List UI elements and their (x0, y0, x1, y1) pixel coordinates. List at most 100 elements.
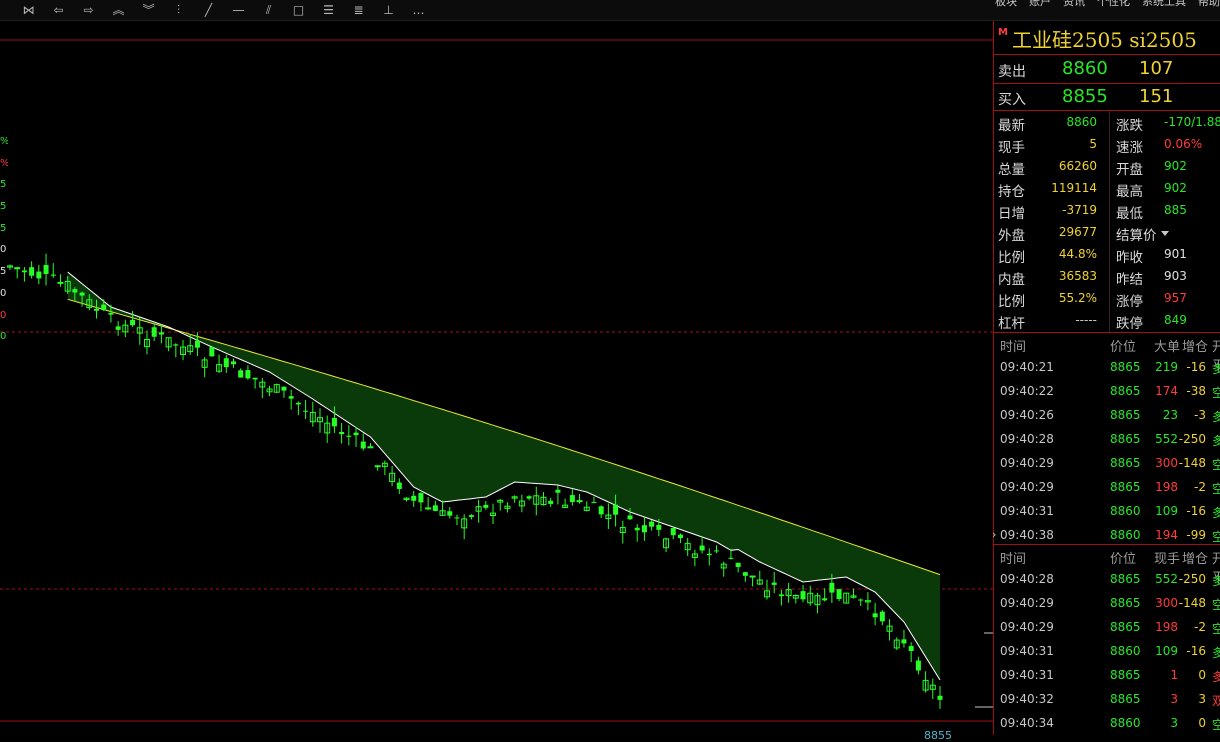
tick-price: 8865 (1110, 572, 1141, 586)
candle-body (432, 505, 438, 511)
candle-body (339, 431, 345, 435)
candle-body (50, 274, 56, 276)
menu-item-personalize[interactable]: 个性化 (1097, 0, 1130, 11)
tick-oi-change: -99 (1186, 528, 1206, 542)
column-header[interactable]: 时间 (1000, 336, 1026, 355)
quote-label: 结算价 (1116, 228, 1157, 244)
menu-item-help[interactable]: 帮助 (1198, 0, 1220, 11)
candle-body (670, 528, 676, 536)
quote-value: 903 (1164, 269, 1187, 283)
column-header[interactable]: 现手 (1154, 548, 1180, 567)
candle-body (656, 524, 662, 530)
tick-price: 8865 (1110, 596, 1141, 610)
tick-price: 8860 (1110, 528, 1141, 542)
text-block-icon[interactable]: ☰ (318, 3, 339, 17)
tick-row[interactable]: 09:40:29 8865 198 -2 空平 (994, 475, 1220, 499)
candle-body (223, 358, 229, 368)
more-icon[interactable]: … (408, 3, 429, 17)
buy-volume: 151 (1139, 86, 1174, 107)
candle-body (641, 525, 647, 533)
arrow-right-icon[interactable]: ⇨ (78, 3, 99, 17)
column-header[interactable]: 价位 (1110, 548, 1136, 567)
tick-oi-change: -148 (1178, 456, 1206, 470)
split-icon[interactable]: ⫶ (168, 3, 189, 17)
candle-body (569, 495, 575, 502)
text-block2-icon[interactable]: ≣ (348, 3, 369, 17)
axis-tick: 5 (0, 201, 7, 213)
column-header[interactable]: 增仓 (1182, 548, 1208, 567)
tick-type: 双开 (1212, 694, 1220, 708)
line-draw-icon[interactable]: ╱ (198, 3, 219, 17)
tick-oi-change: -148 (1178, 596, 1206, 610)
quote-value: -3719 (1062, 203, 1097, 217)
tick-row[interactable]: 09:40:28 8865 552-250 多平 (994, 567, 1220, 591)
quote-value: ----- (1075, 313, 1097, 327)
candle-body (872, 613, 878, 618)
tick-type: 空平 (1212, 598, 1220, 612)
tick-row[interactable]: 09:40:31 8860 109 -16 多平 (994, 499, 1220, 523)
tick-row[interactable]: 09:40:29 8865 300-148 空平 (994, 451, 1220, 475)
tick-oi-change: -250 (1178, 572, 1206, 586)
quote-label: 现手 (998, 140, 1025, 156)
tick-type: 多平 (1212, 434, 1220, 448)
column-header[interactable]: 大单 (1154, 336, 1180, 355)
candle-body (194, 340, 200, 348)
candle-body (800, 591, 806, 600)
candle-body (699, 545, 705, 551)
tick-oi-change: -2 (1194, 480, 1206, 494)
candle-body (158, 332, 164, 335)
expand-icon[interactable]: ⋈ (18, 3, 39, 17)
menu-item-news[interactable]: 资讯 (1063, 0, 1085, 11)
sell-price[interactable]: 8860 (1062, 58, 1108, 79)
candle-body (21, 270, 27, 273)
tick-type: 多平 (1212, 506, 1220, 520)
candle-body (360, 441, 366, 449)
menu-item-sectors[interactable]: 板块 (995, 0, 1017, 11)
tick-oi-change: -16 (1186, 504, 1206, 518)
candle-body (353, 432, 359, 436)
last-price-label: 8855 (924, 729, 952, 742)
quote-value: 44.8% (1058, 247, 1097, 261)
quote-panel: M 工业硅2505 si2505 卖出 8860 107 买入 8855 151… (992, 21, 1220, 735)
tick-type: 多平 (1212, 410, 1220, 424)
quote-label: 昨结 (1116, 272, 1143, 288)
candle-body (14, 267, 21, 270)
quote-value: 119114 (1051, 181, 1097, 195)
dropdown-arrow-icon[interactable] (1161, 231, 1169, 236)
quote-label: 开盘 (1116, 162, 1143, 178)
menu-item-account[interactable]: 账户 (1029, 0, 1051, 11)
tick-row[interactable]: 09:40:31 8865 1 0 多换 (994, 663, 1220, 687)
kline-chart[interactable]: % % 5 5 5 0 5 0 0 0 8855 (0, 21, 993, 742)
tick-row[interactable]: 09:40:29 8865 198 -2 空平 (994, 615, 1220, 639)
rect-icon[interactable]: □ (288, 3, 309, 17)
menu-item-tools[interactable]: 系统工具 (1142, 0, 1186, 11)
double-down-icon[interactable]: ︾ (138, 3, 159, 17)
tick-row[interactable]: 09:40:32 8865 3 3 双开 (994, 687, 1220, 711)
quote-label: 速涨 (1116, 140, 1143, 156)
arrow-left-icon[interactable]: ⇦ (48, 3, 69, 17)
sell-volume: 107 (1139, 58, 1174, 79)
tick-row[interactable]: 09:40:29 8865 300-148 空平 (994, 591, 1220, 615)
column-header[interactable]: 价位 (1110, 336, 1136, 355)
buy-price[interactable]: 8855 (1062, 86, 1108, 107)
hline-icon[interactable]: — (228, 3, 249, 17)
tick-row[interactable]: 09:40:21 8865 219 -16 多平 (994, 355, 1220, 379)
candle-body (677, 534, 683, 539)
tick-row[interactable]: 09:40:22 8865 174 -38 空平 (994, 379, 1220, 403)
parallel-icon[interactable]: ⫽ (258, 3, 279, 17)
tick-row[interactable]: 09:40:26 8865 23 -3 多平 (994, 403, 1220, 427)
tick-row[interactable]: 09:40:34 8860 3 0 空换 (994, 711, 1220, 735)
axis-tick: 5 (0, 266, 7, 278)
column-header[interactable]: 时间 (1000, 548, 1026, 567)
column-header[interactable]: 增仓 (1182, 336, 1208, 355)
tick-row[interactable]: 09:40:31 8860 109 -16 多平 (994, 639, 1220, 663)
quote-label: 比例 (998, 250, 1025, 266)
candle-body (591, 502, 597, 504)
left-axis-ticks: % % 5 5 5 0 5 0 0 0 (0, 131, 8, 348)
tick-volume: 109 (1155, 644, 1178, 658)
anchor-icon[interactable]: ⊥ (378, 3, 399, 17)
contract-title[interactable]: 工业硅2505 si2505 (1012, 24, 1197, 53)
tick-row[interactable]: 09:40:28 8865 552-250 多平 (994, 427, 1220, 451)
double-up-icon[interactable]: ︽ (108, 3, 129, 17)
quote-label: 总量 (998, 162, 1025, 178)
